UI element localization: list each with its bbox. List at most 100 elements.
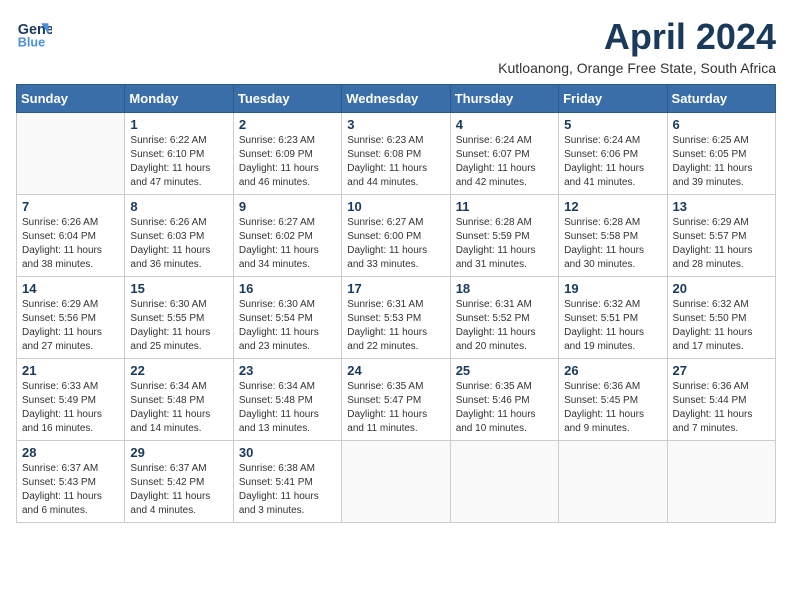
calendar-cell: 16Sunrise: 6:30 AMSunset: 5:54 PMDayligh… [233,277,341,359]
weekday-header-row: SundayMondayTuesdayWednesdayThursdayFrid… [17,85,776,113]
day-number: 3 [347,117,444,132]
day-number: 25 [456,363,553,378]
calendar-cell: 20Sunrise: 6:32 AMSunset: 5:50 PMDayligh… [667,277,775,359]
day-number: 12 [564,199,661,214]
logo: General Blue [16,16,52,52]
cell-info: Sunrise: 6:27 AMSunset: 6:00 PMDaylight:… [347,216,444,272]
calendar-cell: 22 Sunrise: 6:34 AMSunset: 5:48 PMDayligh… [125,359,233,441]
month-title: April 2024 [498,16,776,58]
cell-info: Sunrise: 6:25 AMSunset: 6:05 PMDaylight:… [673,134,770,190]
day-number: 8 [130,199,227,214]
day-number: 24 [347,363,444,378]
day-number: 27 [673,363,770,378]
cell-info: Sunrise: 6:30 AMSunset: 5:54 PMDaylight:… [239,298,336,354]
cell-info: Sunrise: 6:35 AMSunset: 5:47 PMDaylight:… [347,380,444,436]
day-number: 17 [347,281,444,296]
calendar-cell: 9 Sunrise: 6:27 AMSunset: 6:02 PMDaylight… [233,195,341,277]
calendar-cell: 2 Sunrise: 6:23 AMSunset: 6:09 PMDaylight… [233,113,341,195]
day-number: 26 [564,363,661,378]
calendar-cell: 18Sunrise: 6:31 AMSunset: 5:52 PMDayligh… [450,277,558,359]
cell-info: Sunrise: 6:33 AMSunset: 5:49 PMDaylight:… [22,380,119,436]
cell-info: Sunrise: 6:23 AMSunset: 6:08 PMDaylight:… [347,134,444,190]
day-number: 23 [239,363,336,378]
weekday-header-monday: Monday [125,85,233,113]
calendar-cell: 4 Sunrise: 6:24 AMSunset: 6:07 PMDaylight… [450,113,558,195]
logo-icon: General Blue [16,16,52,52]
calendar-cell: 30Sunrise: 6:38 AMSunset: 5:41 PMDayligh… [233,441,341,523]
calendar-cell: 27 Sunrise: 6:36 AMSunset: 5:44 PMDayligh… [667,359,775,441]
cell-info: Sunrise: 6:27 AMSunset: 6:02 PMDaylight:… [239,216,336,272]
day-number: 1 [130,117,227,132]
cell-info: Sunrise: 6:36 AMSunset: 5:45 PMDaylight:… [564,380,661,436]
calendar-cell: 10 Sunrise: 6:27 AMSunset: 6:00 PMDayligh… [342,195,450,277]
day-number: 2 [239,117,336,132]
cell-info: Sunrise: 6:36 AMSunset: 5:44 PMDaylight:… [673,380,770,436]
day-number: 20 [673,281,770,296]
weekday-header-tuesday: Tuesday [233,85,341,113]
calendar-cell: 25Sunrise: 6:35 AMSunset: 5:46 PMDayligh… [450,359,558,441]
calendar-cell: 13 Sunrise: 6:29 AMSunset: 5:57 PMDayligh… [667,195,775,277]
cell-info: Sunrise: 6:24 AMSunset: 6:07 PMDaylight:… [456,134,553,190]
cell-info: Sunrise: 6:34 AMSunset: 5:48 PMDaylight:… [130,380,227,436]
cell-info: Sunrise: 6:31 AMSunset: 5:52 PMDaylight:… [456,298,553,354]
svg-text:Blue: Blue [18,36,45,50]
day-number: 21 [22,363,119,378]
calendar-cell: 24 Sunrise: 6:35 AMSunset: 5:47 PMDayligh… [342,359,450,441]
calendar-cell: 12Sunrise: 6:28 AMSunset: 5:58 PMDayligh… [559,195,667,277]
calendar-cell: 21 Sunrise: 6:33 AMSunset: 5:49 PMDayligh… [17,359,125,441]
calendar-cell: 5Sunrise: 6:24 AMSunset: 6:06 PMDaylight… [559,113,667,195]
day-number: 29 [130,445,227,460]
cell-info: Sunrise: 6:34 AMSunset: 5:48 PMDaylight:… [239,380,336,436]
calendar-week-row: 1 Sunrise: 6:22 AMSunset: 6:10 PMDaylight… [17,113,776,195]
cell-info: Sunrise: 6:38 AMSunset: 5:41 PMDaylight:… [239,462,336,518]
day-number: 9 [239,199,336,214]
cell-info: Sunrise: 6:31 AMSunset: 5:53 PMDaylight:… [347,298,444,354]
page-header: General Blue April 2024 Kutloanong, Oran… [16,16,776,76]
day-number: 10 [347,199,444,214]
calendar-cell: 14Sunrise: 6:29 AMSunset: 5:56 PMDayligh… [17,277,125,359]
cell-info: Sunrise: 6:29 AMSunset: 5:56 PMDaylight:… [22,298,119,354]
subtitle: Kutloanong, Orange Free State, South Afr… [498,60,776,76]
calendar-cell: 23 Sunrise: 6:34 AMSunset: 5:48 PMDayligh… [233,359,341,441]
calendar-week-row: 7 Sunrise: 6:26 AMSunset: 6:04 PMDaylight… [17,195,776,277]
cell-info: Sunrise: 6:37 AMSunset: 5:42 PMDaylight:… [130,462,227,518]
day-number: 6 [673,117,770,132]
day-number: 13 [673,199,770,214]
day-number: 19 [564,281,661,296]
weekday-header-sunday: Sunday [17,85,125,113]
day-number: 11 [456,199,553,214]
cell-info: Sunrise: 6:26 AMSunset: 6:04 PMDaylight:… [22,216,119,272]
weekday-header-wednesday: Wednesday [342,85,450,113]
calendar-week-row: 21 Sunrise: 6:33 AMSunset: 5:49 PMDayligh… [17,359,776,441]
calendar-cell [559,441,667,523]
calendar-cell: 17 Sunrise: 6:31 AMSunset: 5:53 PMDayligh… [342,277,450,359]
calendar-week-row: 28Sunrise: 6:37 AMSunset: 5:43 PMDayligh… [17,441,776,523]
calendar-cell: 1 Sunrise: 6:22 AMSunset: 6:10 PMDaylight… [125,113,233,195]
day-number: 7 [22,199,119,214]
calendar-cell: 8 Sunrise: 6:26 AMSunset: 6:03 PMDaylight… [125,195,233,277]
calendar-cell: 11Sunrise: 6:28 AMSunset: 5:59 PMDayligh… [450,195,558,277]
day-number: 4 [456,117,553,132]
weekday-header-friday: Friday [559,85,667,113]
calendar-cell [450,441,558,523]
calendar-table: SundayMondayTuesdayWednesdayThursdayFrid… [16,84,776,523]
cell-info: Sunrise: 6:22 AMSunset: 6:10 PMDaylight:… [130,134,227,190]
cell-info: Sunrise: 6:32 AMSunset: 5:51 PMDaylight:… [564,298,661,354]
cell-info: Sunrise: 6:24 AMSunset: 6:06 PMDaylight:… [564,134,661,190]
calendar-cell: 26 Sunrise: 6:36 AMSunset: 5:45 PMDayligh… [559,359,667,441]
calendar-week-row: 14Sunrise: 6:29 AMSunset: 5:56 PMDayligh… [17,277,776,359]
calendar-cell [17,113,125,195]
cell-info: Sunrise: 6:26 AMSunset: 6:03 PMDaylight:… [130,216,227,272]
calendar-cell: 29 Sunrise: 6:37 AMSunset: 5:42 PMDayligh… [125,441,233,523]
calendar-cell [667,441,775,523]
weekday-header-thursday: Thursday [450,85,558,113]
calendar-cell: 15Sunrise: 6:30 AMSunset: 5:55 PMDayligh… [125,277,233,359]
cell-info: Sunrise: 6:37 AMSunset: 5:43 PMDaylight:… [22,462,119,518]
day-number: 15 [130,281,227,296]
cell-info: Sunrise: 6:29 AMSunset: 5:57 PMDaylight:… [673,216,770,272]
title-block: April 2024 Kutloanong, Orange Free State… [498,16,776,76]
calendar-cell: 28Sunrise: 6:37 AMSunset: 5:43 PMDayligh… [17,441,125,523]
day-number: 22 [130,363,227,378]
calendar-cell: 3 Sunrise: 6:23 AMSunset: 6:08 PMDaylight… [342,113,450,195]
cell-info: Sunrise: 6:23 AMSunset: 6:09 PMDaylight:… [239,134,336,190]
